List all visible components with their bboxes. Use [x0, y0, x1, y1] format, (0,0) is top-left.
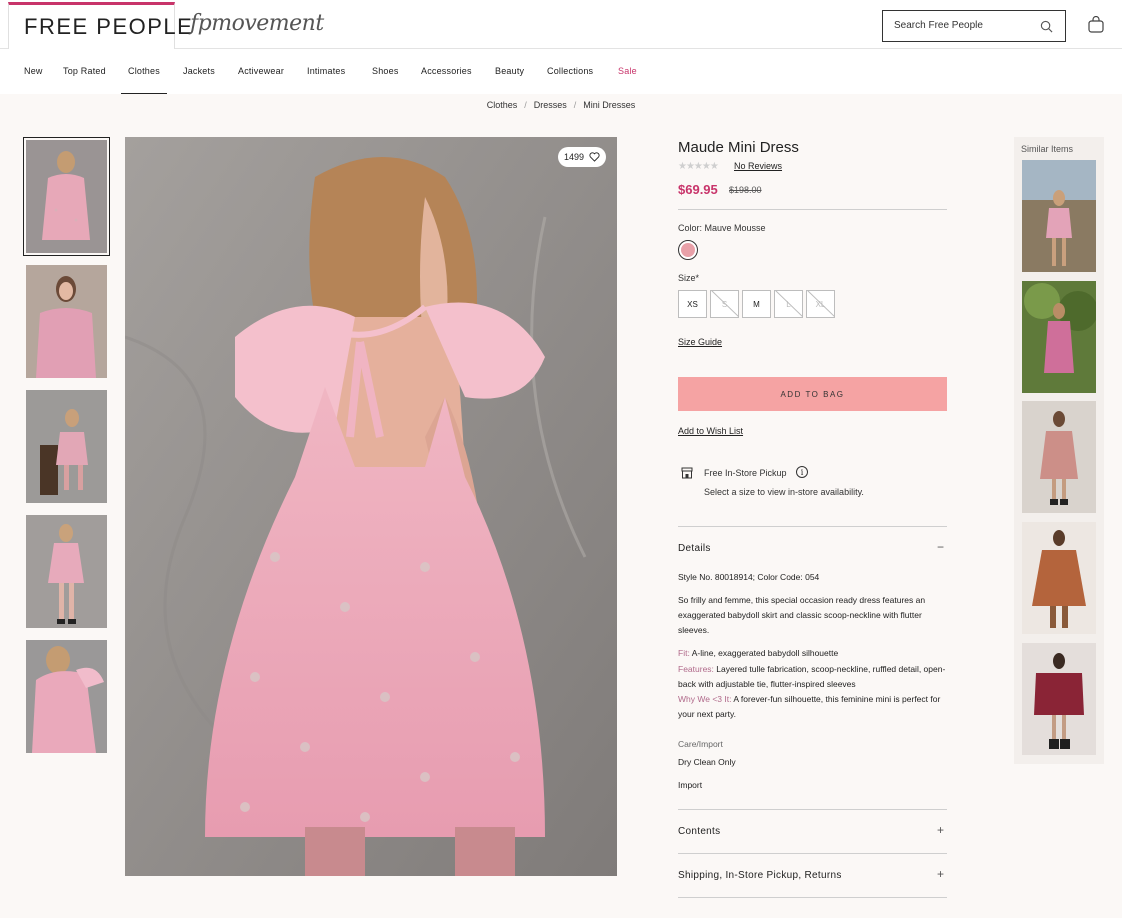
breadcrumb-separator: /: [573, 100, 577, 110]
size-guide-link[interactable]: Size Guide: [678, 337, 722, 347]
favorite-count: 1499: [563, 152, 585, 162]
size-xs-button[interactable]: XS: [678, 290, 707, 318]
logo-tab[interactable]: FREE PEOPLE: [8, 2, 192, 49]
info-icon[interactable]: i: [796, 466, 808, 478]
features-line: Features: Layered tulle fabrication, sco…: [678, 664, 946, 689]
add-to-bag-button[interactable]: ADD TO BAG: [678, 377, 947, 411]
main-product-image[interactable]: [125, 137, 617, 876]
similar-item[interactable]: [1022, 281, 1096, 393]
store-icon: [681, 467, 693, 479]
care-title: Care/Import: [678, 739, 723, 749]
nav-item-accessories[interactable]: Accessories: [421, 66, 472, 76]
shipping-accordion-title[interactable]: Shipping, In-Store Pickup, Returns: [678, 870, 842, 881]
nav-item-intimates[interactable]: Intimates: [307, 66, 345, 76]
care-instructions: Dry Clean Only: [678, 757, 736, 767]
original-price: $198.00: [729, 185, 762, 195]
size-label: Size*: [678, 273, 700, 283]
size-s-button[interactable]: S: [710, 290, 739, 318]
search-icon[interactable]: [1040, 20, 1053, 33]
gallery-thumbnail[interactable]: [26, 390, 107, 503]
wishlist-link[interactable]: Add to Wish List: [678, 426, 743, 436]
pickup-subtext: Select a size to view in-store availabil…: [704, 487, 864, 497]
gallery-thumbnail[interactable]: [26, 640, 107, 753]
divider: [678, 897, 947, 898]
gallery-thumbnail[interactable]: [23, 137, 110, 256]
reviews-link[interactable]: No Reviews: [734, 161, 782, 171]
size-m-button[interactable]: M: [742, 290, 771, 318]
minus-icon[interactable]: −: [937, 540, 944, 554]
breadcrumb-separator: /: [524, 100, 527, 110]
plus-icon[interactable]: +: [937, 823, 944, 837]
star-rating: ★★★★★: [678, 161, 719, 172]
favorite-button[interactable]: 1499: [558, 147, 606, 167]
nav-item-shoes[interactable]: Shoes: [372, 66, 399, 76]
fp-movement-logo[interactable]: fpmovement: [190, 11, 324, 36]
import-info: Import: [678, 780, 703, 790]
size-l-button[interactable]: L: [774, 290, 803, 318]
nav-item-clothes[interactable]: Clothes: [121, 66, 167, 94]
gallery-thumbnail[interactable]: [26, 265, 107, 378]
nav-item-sale[interactable]: Sale: [618, 66, 637, 76]
product-description: So frilly and femme, this special occasi…: [678, 595, 926, 635]
gallery-thumbnail[interactable]: [26, 515, 107, 628]
product-title: Maude Mini Dress: [678, 139, 799, 156]
nav-item-jackets[interactable]: Jackets: [183, 66, 215, 76]
nav-item-new[interactable]: New: [24, 66, 43, 76]
search-box[interactable]: [882, 10, 1066, 42]
size-xl-button[interactable]: XL: [806, 290, 835, 318]
shopping-bag-icon[interactable]: [1088, 16, 1104, 33]
divider: [678, 809, 947, 810]
breadcrumb: Clothes / Dresses / Mini Dresses: [0, 100, 1122, 110]
similar-item[interactable]: [1022, 643, 1096, 755]
heart-icon: [589, 152, 600, 162]
similar-item[interactable]: [1022, 522, 1096, 634]
nav-item-collections[interactable]: Collections: [547, 66, 593, 76]
similar-item[interactable]: [1022, 160, 1096, 272]
similar-item[interactable]: [1022, 401, 1096, 513]
style-number: Style No. 80018914; Color Code: 054: [678, 572, 820, 582]
top-header: FREE PEOPLE fpmovement: [0, 0, 1122, 49]
contents-accordion-title[interactable]: Contents: [678, 826, 720, 837]
color-label: Color: Mauve Mousse: [678, 223, 766, 233]
brand-logo[interactable]: FREE PEOPLE: [24, 14, 193, 40]
nav-item-activewear[interactable]: Activewear: [238, 66, 284, 76]
divider: [678, 526, 947, 527]
divider: [678, 853, 947, 854]
nav-item-top-rated[interactable]: Top Rated: [63, 66, 106, 76]
why-line: Why We <3 It: A forever-fun silhouette, …: [678, 694, 941, 719]
sale-price: $69.95: [678, 182, 718, 197]
color-swatch[interactable]: [678, 240, 698, 260]
plus-icon[interactable]: +: [937, 867, 944, 881]
search-input[interactable]: [894, 20, 1034, 31]
fit-line: Fit: A-line, exaggerated babydoll silhou…: [678, 648, 839, 658]
main-nav: New Top Rated Clothes Jackets Activewear…: [0, 49, 1122, 94]
breadcrumb-mini-dresses[interactable]: Mini Dresses: [583, 100, 635, 110]
breadcrumb-clothes[interactable]: Clothes: [487, 100, 518, 110]
details-accordion-title[interactable]: Details: [678, 543, 711, 554]
breadcrumb-dresses[interactable]: Dresses: [534, 100, 567, 110]
divider: [678, 209, 947, 210]
similar-items-title: Similar Items: [1021, 144, 1074, 154]
pickup-title: Free In-Store Pickup: [704, 468, 787, 478]
nav-item-beauty[interactable]: Beauty: [495, 66, 524, 76]
